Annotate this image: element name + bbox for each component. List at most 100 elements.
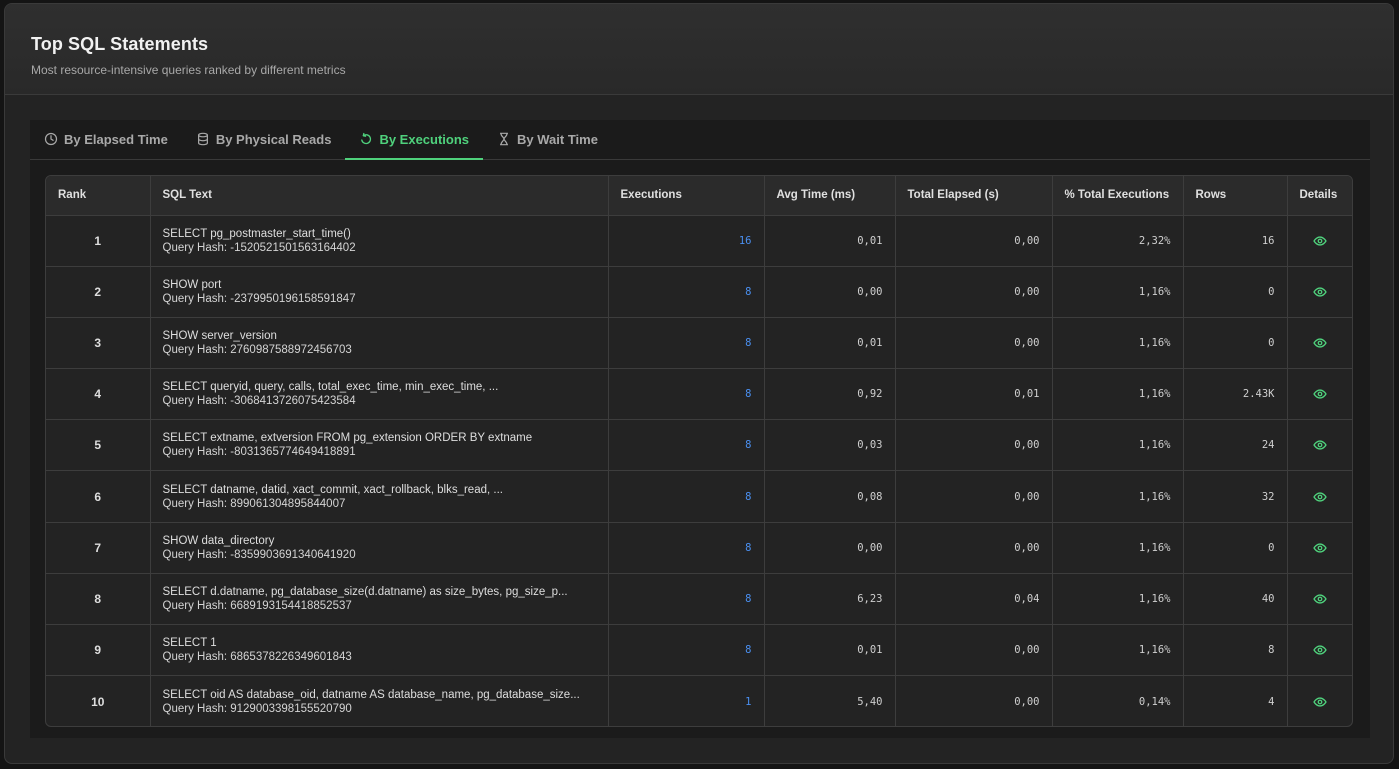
pct-total-executions-cell: 1,16% (1052, 573, 1184, 626)
rows-cell: 4 (1183, 675, 1288, 726)
tab-by-physical-reads[interactable]: By Physical Reads (182, 120, 346, 160)
eye-icon[interactable] (1313, 234, 1327, 248)
executions-cell: 8 (608, 624, 765, 677)
table-row[interactable]: 5 SELECT extname, extversion FROM pg_ext… (46, 419, 1352, 472)
table-row[interactable]: 10 SELECT oid AS database_oid, datname A… (46, 675, 1352, 726)
avg-time-cell: 6,23 (764, 573, 896, 626)
sql-text: SHOW port (162, 278, 222, 291)
total-elapsed-cell: 0,00 (895, 624, 1053, 677)
tab-bar: By Elapsed Time By Physical Reads By Exe… (30, 120, 1370, 160)
column-header-avg-time[interactable]: Avg Time (ms) (764, 176, 896, 216)
pct-total-executions-cell: 1,16% (1052, 624, 1184, 677)
eye-icon[interactable] (1313, 643, 1327, 657)
executions-cell: 8 (608, 266, 765, 318)
column-header-rank[interactable]: Rank (46, 176, 151, 216)
tab-by-elapsed-time[interactable]: By Elapsed Time (30, 120, 182, 160)
query-hash: Query Hash: -8359903691340641920 (162, 548, 356, 561)
details-cell (1287, 266, 1352, 318)
column-header-pct-total-executions[interactable]: % Total Executions (1052, 176, 1184, 216)
rows-cell: 0 (1183, 522, 1288, 574)
page-subtitle: Most resource-intensive queries ranked b… (31, 63, 346, 77)
rows-cell: 24 (1183, 419, 1288, 472)
tab-label: By Executions (379, 131, 470, 147)
executions-cell: 8 (608, 419, 765, 472)
tabs-container: By Elapsed Time By Physical Reads By Exe… (30, 120, 1370, 738)
rows-cell: 40 (1183, 573, 1288, 626)
executions-cell: 8 (608, 470, 765, 523)
details-cell (1287, 368, 1352, 421)
executions-cell: 8 (608, 573, 765, 626)
details-cell (1287, 573, 1352, 626)
query-hash: Query Hash: 6865378226349601843 (162, 651, 352, 664)
eye-icon[interactable] (1313, 592, 1327, 606)
sql-text: SELECT datname, datid, xact_commit, xact… (162, 483, 503, 496)
details-cell (1287, 419, 1352, 472)
details-cell (1287, 470, 1352, 523)
total-elapsed-cell: 0,00 (895, 675, 1053, 726)
eye-icon[interactable] (1313, 438, 1327, 452)
table-row[interactable]: 6 SELECT datname, datid, xact_commit, xa… (46, 470, 1352, 523)
eye-icon[interactable] (1313, 541, 1327, 555)
avg-time-cell: 0,00 (764, 522, 896, 574)
column-header-sql-text[interactable]: SQL Text (150, 176, 609, 216)
rank-cell: 8 (46, 573, 151, 626)
database-icon (197, 132, 208, 146)
table-row[interactable]: 1 SELECT pg_postmaster_start_time() Quer… (46, 215, 1352, 267)
table-row[interactable]: 4 SELECT queryid, query, calls, total_ex… (46, 368, 1352, 421)
rank-cell: 9 (46, 624, 151, 677)
details-cell (1287, 676, 1352, 726)
tab-label: By Wait Time (517, 131, 598, 147)
query-hash: Query Hash: 899061304895844007 (162, 497, 346, 510)
sql-text-cell: SELECT oid AS database_oid, datname AS d… (150, 675, 609, 726)
rank-cell: 5 (46, 419, 151, 472)
total-elapsed-cell: 0,00 (895, 419, 1053, 472)
table-row[interactable]: 3 SHOW server_version Query Hash: 276098… (46, 317, 1352, 370)
sql-text: SELECT queryid, query, calls, total_exec… (162, 381, 499, 394)
pct-total-executions-cell: 2,32% (1052, 215, 1184, 267)
total-elapsed-cell: 0,00 (895, 215, 1053, 267)
table-header-row: Rank SQL Text Executions Avg Time (ms) T… (46, 176, 1352, 216)
panel-header: Top SQL Statements Most resource-intensi… (5, 4, 1393, 95)
eye-icon[interactable] (1313, 387, 1327, 401)
eye-icon[interactable] (1313, 490, 1327, 504)
table-row[interactable]: 8 SELECT d.datname, pg_database_size(d.d… (46, 573, 1352, 626)
sql-text: SELECT 1 (162, 637, 217, 650)
table-row[interactable]: 7 SHOW data_directory Query Hash: -83599… (46, 522, 1352, 574)
table-row[interactable]: 2 SHOW port Query Hash: -237995019615859… (46, 266, 1352, 318)
column-header-executions[interactable]: Executions (608, 176, 765, 216)
column-header-rows[interactable]: Rows (1183, 176, 1288, 216)
eye-icon[interactable] (1313, 336, 1327, 350)
sql-text: SELECT pg_postmaster_start_time() (162, 227, 351, 240)
details-cell (1287, 522, 1352, 574)
avg-time-cell: 0,01 (764, 215, 896, 267)
sql-table: Rank SQL Text Executions Avg Time (ms) T… (46, 176, 1352, 726)
top-sql-panel: Top SQL Statements Most resource-intensi… (4, 3, 1394, 764)
pct-total-executions-cell: 1,16% (1052, 470, 1184, 523)
column-header-total-elapsed[interactable]: Total Elapsed (s) (895, 176, 1053, 216)
sql-text-cell: SHOW port Query Hash: -23799501961585918… (150, 266, 609, 318)
rows-cell: 16 (1183, 215, 1288, 267)
avg-time-cell: 0,03 (764, 419, 896, 472)
total-elapsed-cell: 0,04 (895, 573, 1053, 626)
tab-by-executions[interactable]: By Executions (345, 120, 484, 160)
eye-icon[interactable] (1313, 285, 1327, 299)
clock-icon (44, 132, 58, 146)
tab-by-wait-time[interactable]: By Wait Time (483, 120, 612, 160)
column-header-details: Details (1287, 176, 1352, 216)
sql-text-cell: SELECT datname, datid, xact_commit, xact… (150, 470, 609, 523)
total-elapsed-cell: 0,00 (895, 522, 1053, 574)
rows-cell: 0 (1183, 266, 1288, 318)
avg-time-cell: 0,00 (764, 266, 896, 318)
rows-cell: 32 (1183, 470, 1288, 523)
table-row[interactable]: 9 SELECT 1 Query Hash: 68653782263496018… (46, 624, 1352, 677)
query-hash: Query Hash: 9129003398155520790 (162, 702, 352, 715)
query-hash: Query Hash: -8031365774649418891 (162, 446, 356, 459)
total-elapsed-cell: 0,01 (895, 368, 1053, 421)
eye-icon[interactable] (1313, 695, 1327, 709)
rank-cell: 3 (46, 317, 151, 370)
sql-text: SHOW server_version (162, 329, 277, 342)
tab-label: By Elapsed Time (64, 131, 168, 147)
pct-total-executions-cell: 1,16% (1052, 317, 1184, 370)
rank-cell: 1 (46, 215, 151, 267)
sql-text-cell: SELECT pg_postmaster_start_time() Query … (150, 215, 609, 267)
